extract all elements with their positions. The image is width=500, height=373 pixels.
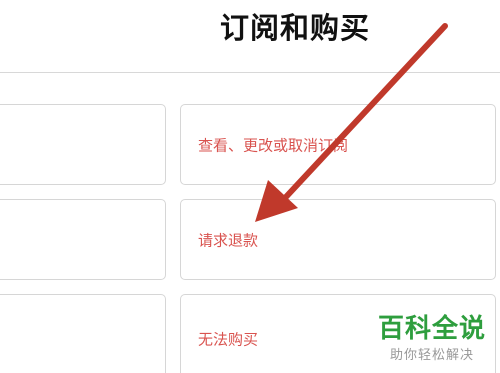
left-option-card[interactable]	[0, 104, 166, 185]
option-card-manage-subscription[interactable]: 查看、更改或取消订阅	[180, 104, 496, 185]
left-option-card[interactable]	[0, 199, 166, 280]
left-option-card[interactable]	[0, 294, 166, 373]
header-divider	[0, 72, 500, 73]
watermark-logo: 百科全说 助你轻松解决	[376, 313, 488, 365]
cannot-purchase-link[interactable]: 无法购买	[198, 329, 258, 350]
page-title: 订阅和购买	[219, 11, 370, 45]
manage-subscription-link[interactable]: 查看、更改或取消订阅	[198, 134, 348, 155]
request-refund-link[interactable]: 请求退款	[198, 229, 258, 250]
watermark-slogan: 助你轻松解决	[389, 348, 474, 363]
option-card-request-refund[interactable]: 请求退款	[180, 199, 496, 280]
watermark-brand: 百科全说	[377, 314, 486, 344]
